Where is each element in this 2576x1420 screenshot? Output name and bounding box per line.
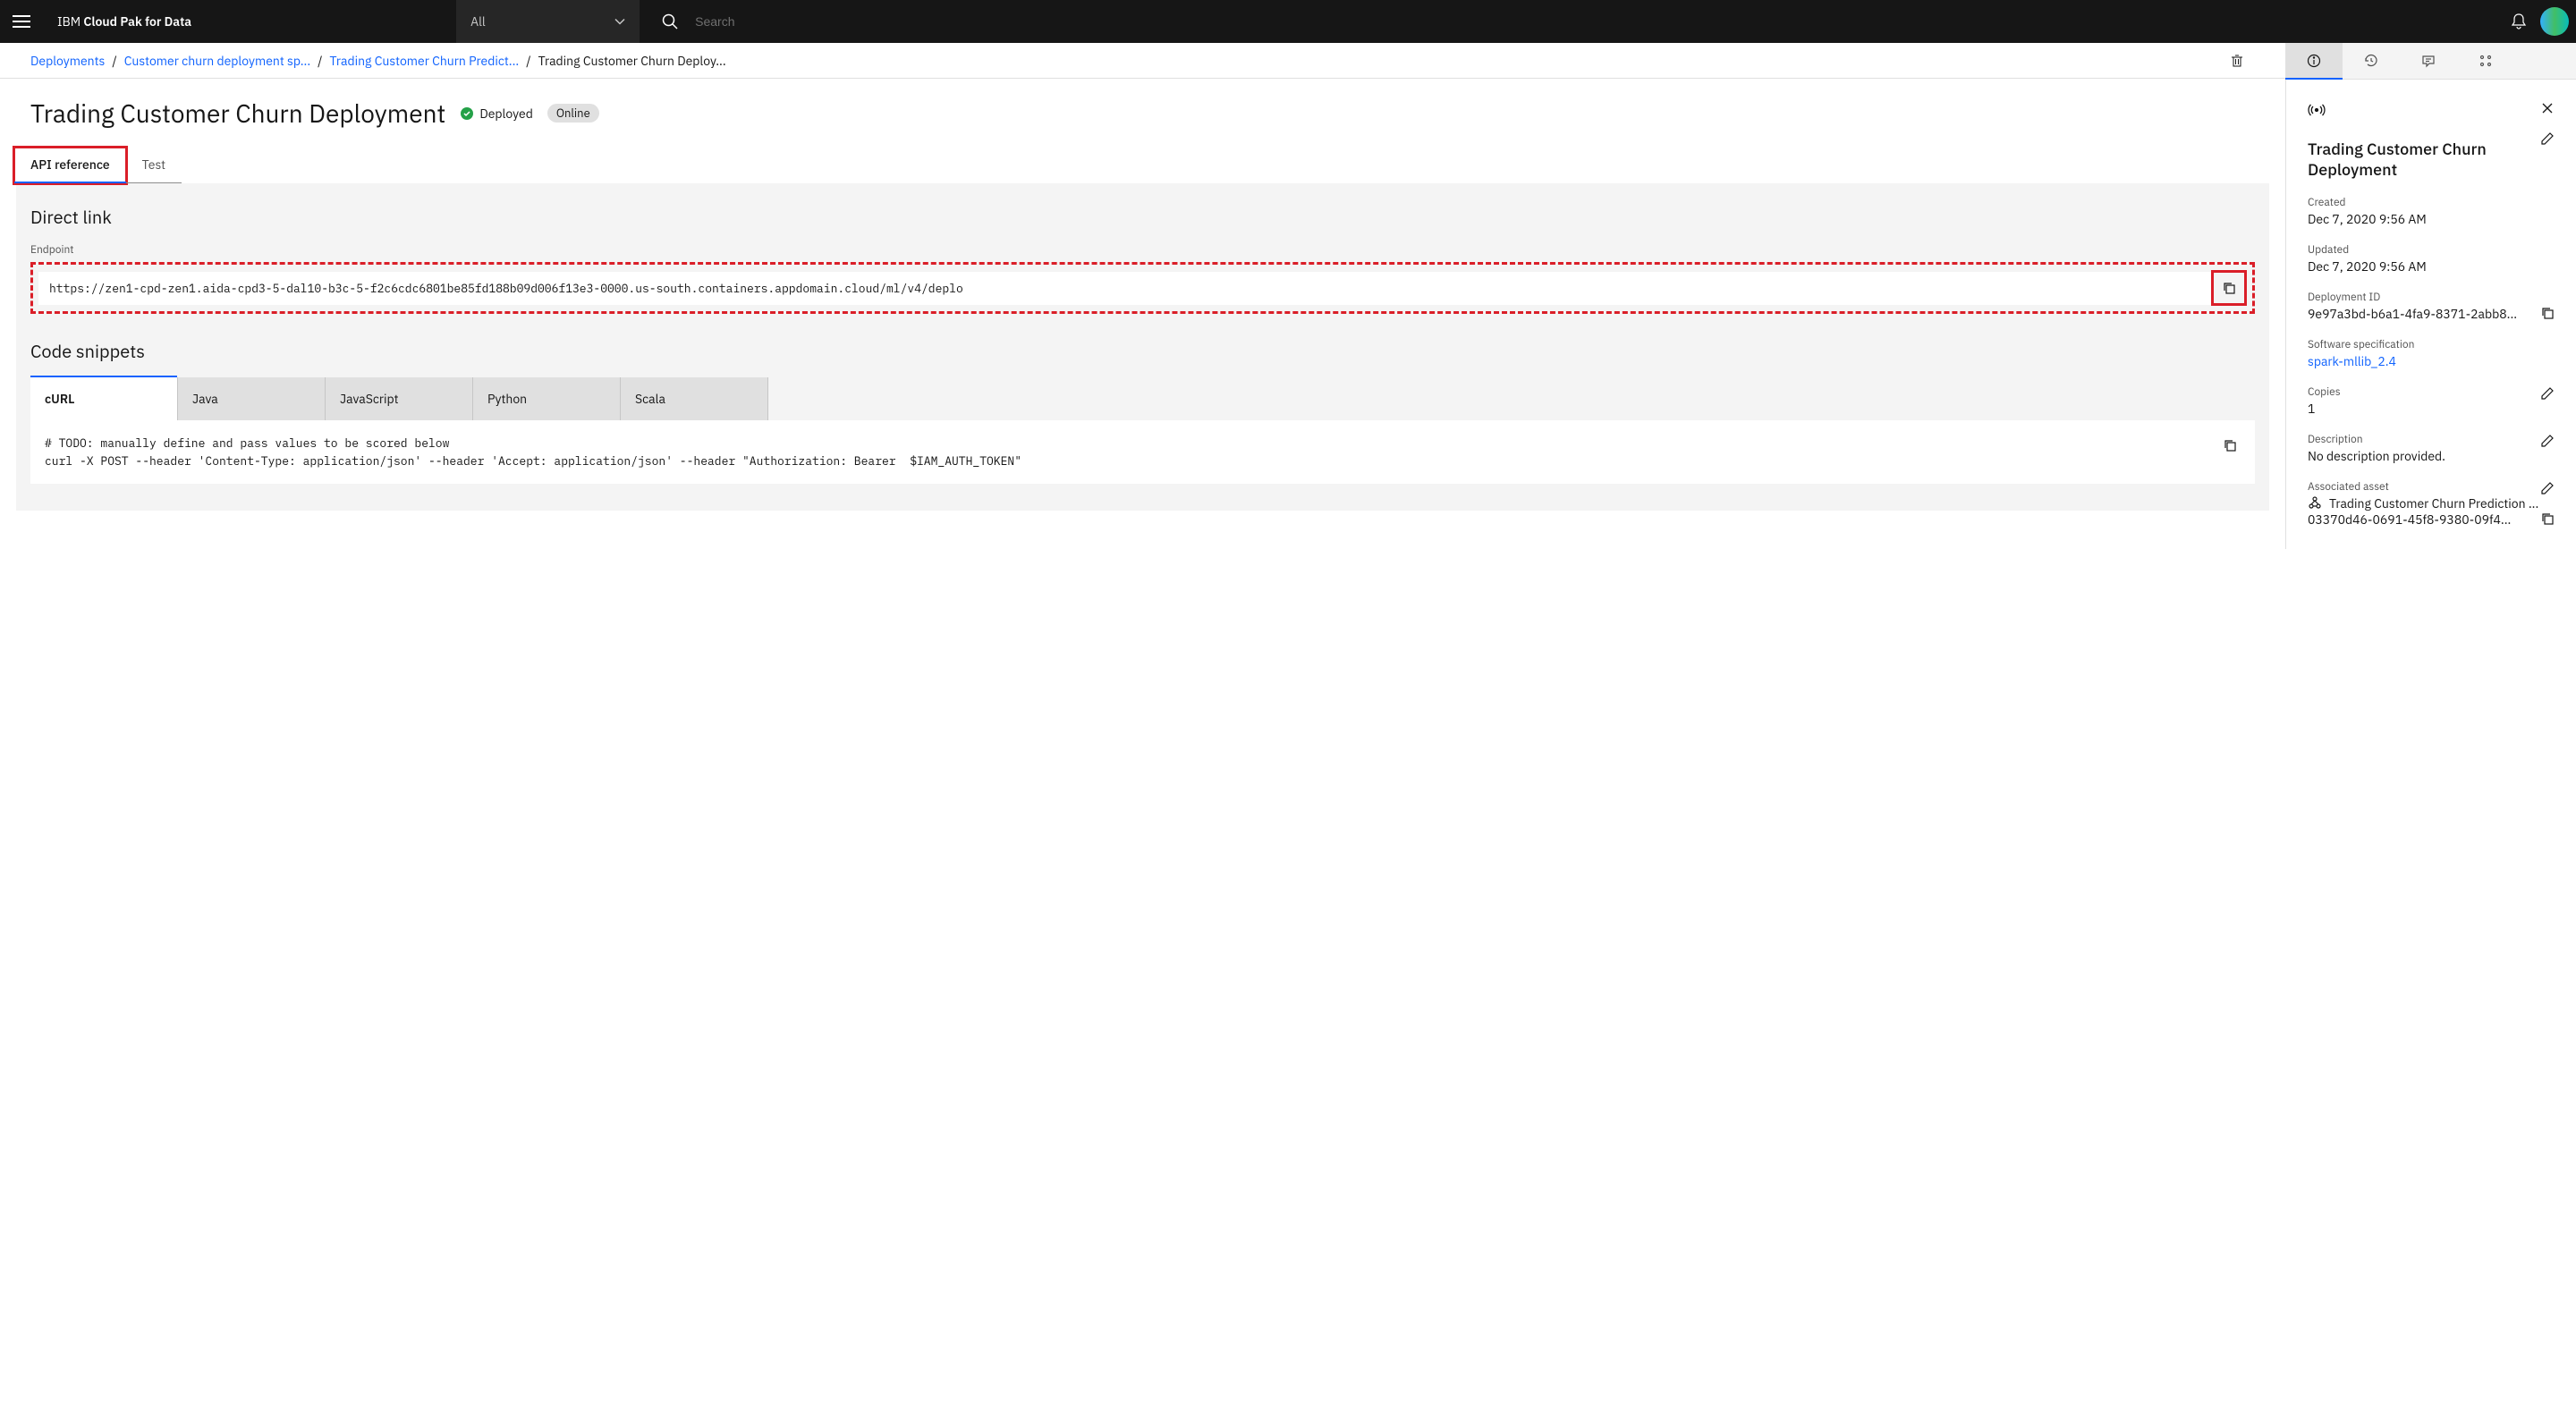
code-tab-python[interactable]: Python	[473, 377, 621, 420]
edit-copies-button[interactable]	[2540, 386, 2555, 401]
content-area: Direct link Endpoint https://zen1-cpd-ze…	[16, 183, 2269, 511]
topbar-right	[2497, 0, 2576, 43]
edit-asset-button[interactable]	[2540, 481, 2555, 495]
copy-icon	[2540, 511, 2555, 526]
scope-dropdown[interactable]: All	[456, 0, 640, 43]
description-value: No description provided.	[2308, 448, 2555, 464]
tab-api-reference[interactable]: API reference	[14, 148, 126, 183]
edit-icon	[2540, 481, 2555, 495]
code-tab-java[interactable]: Java	[178, 377, 326, 420]
updated-label: Updated	[2308, 243, 2555, 257]
breadcrumb-link[interactable]: Trading Customer Churn Predict...	[330, 53, 520, 69]
endpoint-row: https://zen1-cpd-zen1.aida-cpd3-5-dal10-…	[30, 262, 2255, 314]
direct-link-heading: Direct link	[30, 205, 2255, 229]
updated-value: Dec 7, 2020 9:56 AM	[2308, 258, 2555, 275]
edit-icon	[2540, 386, 2555, 401]
code-snippets-heading: Code snippets	[30, 339, 2255, 363]
edit-icon	[2540, 131, 2555, 146]
breadcrumb-separator: /	[318, 53, 322, 69]
breadcrumb-separator: /	[112, 53, 116, 69]
details-panel: Trading Customer Churn Deployment Create…	[2285, 80, 2576, 549]
scope-dropdown-label: All	[470, 13, 486, 30]
code-tabs: cURL Java JavaScript Python Scala	[30, 377, 2255, 420]
code-tab-scala[interactable]: Scala	[621, 377, 768, 420]
deployment-id-label: Deployment ID	[2308, 291, 2555, 304]
breadcrumb-link[interactable]: Customer churn deployment sp...	[124, 53, 310, 69]
tab-test[interactable]: Test	[126, 148, 182, 183]
delete-icon[interactable]	[2219, 43, 2255, 79]
avatar[interactable]	[2540, 7, 2569, 36]
panel-tab-info[interactable]	[2285, 43, 2343, 79]
edit-title-button[interactable]	[2540, 131, 2555, 146]
info-icon	[2307, 54, 2321, 68]
checkmark-filled-icon	[460, 106, 474, 121]
copy-icon	[2223, 438, 2237, 452]
created-value: Dec 7, 2020 9:56 AM	[2308, 211, 2555, 227]
breadcrumb: Deployments / Customer churn deployment …	[30, 53, 2219, 69]
page-title: Trading Customer Churn Deployment	[30, 97, 445, 130]
copy-endpoint-button[interactable]	[2211, 270, 2247, 306]
endpoint-value[interactable]: https://zen1-cpd-zen1.aida-cpd3-5-dal10-…	[38, 272, 2211, 305]
breadcrumb-row: Deployments / Customer churn deployment …	[0, 43, 2285, 79]
chat-icon	[2421, 54, 2436, 68]
close-icon	[2540, 101, 2555, 115]
brand-bold: Cloud Pak for Data	[83, 13, 191, 30]
notifications-icon[interactable]	[2497, 0, 2540, 43]
softspec-label: Software specification	[2308, 338, 2555, 351]
edit-description-button[interactable]	[2540, 434, 2555, 448]
panel-tab-comments[interactable]	[2400, 43, 2457, 79]
copy-code-button[interactable]	[2212, 427, 2248, 463]
code-tab-curl[interactable]: cURL	[30, 377, 178, 420]
search-input[interactable]	[695, 14, 874, 29]
panel-title: Trading Customer Churn Deployment	[2308, 139, 2540, 180]
code-body: # TODO: manually define and pass values …	[30, 420, 2255, 484]
title-row: Trading Customer Churn Deployment Deploy…	[0, 79, 2285, 139]
copy-asset-id-button[interactable]	[2540, 511, 2555, 526]
status: Deployed	[460, 106, 533, 122]
code-tab-javascript[interactable]: JavaScript	[326, 377, 473, 420]
chevron-down-icon	[614, 18, 625, 25]
panel-tabs	[2285, 43, 2576, 80]
breadcrumb-current: Trading Customer Churn Deploy...	[538, 53, 726, 69]
edit-icon	[2540, 434, 2555, 448]
created-label: Created	[2308, 196, 2555, 209]
copy-icon	[2222, 281, 2236, 295]
copy-deployment-id-button[interactable]	[2540, 306, 2555, 320]
asset-label: Associated asset	[2308, 480, 2389, 494]
close-panel-button[interactable]	[2540, 101, 2555, 115]
panel-tab-history[interactable]	[2343, 43, 2400, 79]
topbar: IBM Cloud Pak for Data All	[0, 0, 2576, 43]
code-text: # TODO: manually define and pass values …	[45, 435, 1021, 469]
main-tabs: API reference Test	[0, 139, 2285, 183]
search-area	[657, 0, 874, 43]
brand: IBM Cloud Pak for Data	[43, 13, 206, 30]
breadcrumb-separator: /	[526, 53, 530, 69]
copies-label: Copies	[2308, 385, 2341, 399]
asset-id-value: 03370d46-0691-45f8-9380-09f4...	[2308, 511, 2533, 528]
softspec-link[interactable]: spark-mllib_2.4	[2308, 353, 2555, 369]
search-icon[interactable]	[657, 0, 682, 43]
brand-prefix: IBM	[57, 13, 83, 30]
deployment-id-value: 9e97a3bd-b6a1-4fa9-8371-2abb8...	[2308, 306, 2533, 322]
grid-icon	[2479, 54, 2493, 68]
menu-icon[interactable]	[0, 0, 43, 43]
breadcrumb-link[interactable]: Deployments	[30, 53, 105, 69]
endpoint-label: Endpoint	[30, 243, 2255, 257]
history-icon	[2364, 54, 2378, 68]
broadcast-icon	[2308, 101, 2326, 119]
asset-name[interactable]: Trading Customer Churn Prediction ...	[2329, 495, 2555, 511]
status-label: Deployed	[479, 106, 533, 122]
online-badge: Online	[547, 104, 599, 123]
panel-tab-related[interactable]	[2457, 43, 2514, 79]
model-icon	[2308, 495, 2322, 510]
copy-icon	[2540, 306, 2555, 320]
description-label: Description	[2308, 433, 2363, 446]
copies-value: 1	[2308, 401, 2555, 417]
